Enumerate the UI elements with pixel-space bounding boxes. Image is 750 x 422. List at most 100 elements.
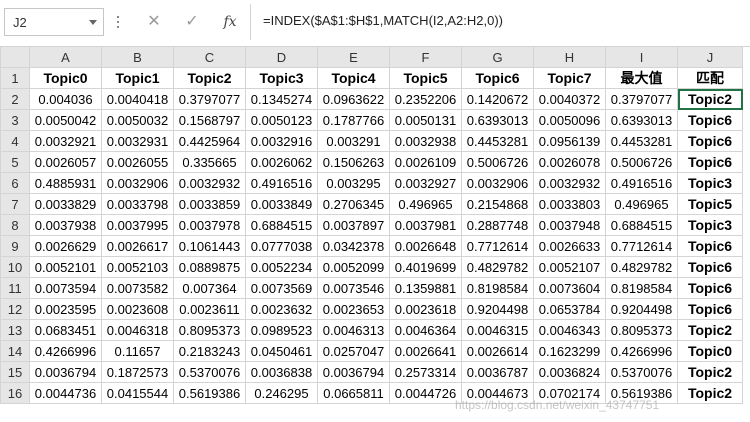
chevron-down-icon[interactable] — [89, 20, 97, 25]
cell[interactable]: 0.0037995 — [101, 214, 174, 236]
cell[interactable]: 0.496965 — [389, 193, 462, 215]
cell[interactable]: 0.0026641 — [389, 340, 462, 362]
cell[interactable]: 0.0032932 — [173, 172, 246, 194]
cell[interactable]: 0.4916516 — [605, 172, 678, 194]
cell[interactable]: 0.8198584 — [461, 277, 534, 299]
cell[interactable]: Topic6 — [677, 130, 743, 152]
cell[interactable]: 0.8198584 — [605, 277, 678, 299]
cell[interactable]: 0.0036794 — [29, 361, 102, 383]
cell[interactable]: Topic2 — [677, 361, 743, 383]
cell[interactable]: 0.1061443 — [173, 235, 246, 257]
cell[interactable]: 0.4916516 — [245, 172, 318, 194]
cell[interactable]: Topic2 — [173, 67, 246, 89]
cell[interactable]: 0.1623299 — [533, 340, 606, 362]
row-header[interactable]: 2 — [0, 88, 30, 110]
cell[interactable]: 0.5006726 — [605, 151, 678, 173]
row-header[interactable]: 4 — [0, 130, 30, 152]
cell[interactable]: 0.0033798 — [101, 193, 174, 215]
cell[interactable]: Topic0 — [677, 340, 743, 362]
cell[interactable]: Topic2 — [677, 319, 743, 341]
column-header[interactable]: E — [317, 46, 390, 68]
cell[interactable]: 0.0023611 — [173, 298, 246, 320]
cell[interactable]: 0.0032921 — [29, 130, 102, 152]
cell[interactable]: 0.0450461 — [245, 340, 318, 362]
cell[interactable]: 0.0963622 — [317, 88, 390, 110]
cell[interactable]: 0.0683451 — [29, 319, 102, 341]
cell[interactable]: 0.3797077 — [173, 88, 246, 110]
cell[interactable]: 0.007364 — [173, 277, 246, 299]
cell[interactable]: 0.0032916 — [245, 130, 318, 152]
cell[interactable]: 0.0050042 — [29, 109, 102, 131]
cell[interactable]: 0.0033849 — [245, 193, 318, 215]
cell[interactable]: Topic7 — [533, 67, 606, 89]
cell[interactable]: 0.7712614 — [461, 235, 534, 257]
cell[interactable]: 0.0026633 — [533, 235, 606, 257]
cell[interactable]: Topic3 — [677, 172, 743, 194]
cell[interactable]: 0.0026057 — [29, 151, 102, 173]
cell[interactable]: 0.0037897 — [317, 214, 390, 236]
cell[interactable]: 0.4453281 — [605, 130, 678, 152]
cell[interactable]: 0.0889875 — [173, 256, 246, 278]
cell[interactable]: 0.0032931 — [101, 130, 174, 152]
cell[interactable]: 0.0026614 — [461, 340, 534, 362]
cell[interactable]: 0.6884515 — [245, 214, 318, 236]
cell[interactable]: 0.7712614 — [605, 235, 678, 257]
row-header[interactable]: 1 — [0, 67, 30, 89]
cell[interactable]: 0.2154868 — [461, 193, 534, 215]
cell[interactable]: 0.0036838 — [245, 361, 318, 383]
cell[interactable]: 0.0026062 — [245, 151, 318, 173]
row-header[interactable]: 16 — [0, 382, 30, 404]
cell[interactable]: Topic6 — [677, 235, 743, 257]
cell[interactable]: 0.6884515 — [605, 214, 678, 236]
cell[interactable]: 0.0665811 — [317, 382, 390, 404]
column-header[interactable]: J — [677, 46, 743, 68]
cell[interactable]: 0.0073594 — [29, 277, 102, 299]
cell[interactable]: 0.0023595 — [29, 298, 102, 320]
cell[interactable]: 0.0653784 — [533, 298, 606, 320]
cell[interactable]: 0.2706345 — [317, 193, 390, 215]
cell[interactable]: 0.5370076 — [173, 361, 246, 383]
cell[interactable]: 0.0050123 — [245, 109, 318, 131]
cell[interactable]: 0.0023618 — [389, 298, 462, 320]
column-header[interactable]: I — [605, 46, 678, 68]
column-header[interactable]: F — [389, 46, 462, 68]
cell[interactable]: 0.0050032 — [101, 109, 174, 131]
cell[interactable]: 0.0046313 — [317, 319, 390, 341]
cell[interactable]: 0.0032927 — [389, 172, 462, 194]
column-header[interactable]: C — [173, 46, 246, 68]
row-header[interactable]: 5 — [0, 151, 30, 173]
cell[interactable]: 0.0023632 — [245, 298, 318, 320]
cell[interactable]: 0.0073604 — [533, 277, 606, 299]
cell[interactable]: 0.9204498 — [461, 298, 534, 320]
cell[interactable]: 0.0040372 — [533, 88, 606, 110]
cell[interactable]: 0.0026109 — [389, 151, 462, 173]
cell[interactable]: 0.0415544 — [101, 382, 174, 404]
cell[interactable]: 0.0033859 — [173, 193, 246, 215]
cell[interactable]: 0.3797077 — [605, 88, 678, 110]
cell[interactable]: Topic5 — [389, 67, 462, 89]
cell[interactable]: 0.0026617 — [101, 235, 174, 257]
row-header[interactable]: 9 — [0, 235, 30, 257]
cell[interactable]: 0.2352206 — [389, 88, 462, 110]
cell[interactable]: Topic1 — [101, 67, 174, 89]
cell[interactable]: Topic0 — [29, 67, 102, 89]
cell[interactable]: 0.496965 — [605, 193, 678, 215]
cell[interactable]: 0.0032932 — [533, 172, 606, 194]
insert-function-icon[interactable]: fx — [218, 10, 242, 34]
cell[interactable]: Topic6 — [677, 277, 743, 299]
cell[interactable]: 匹配 — [677, 67, 743, 89]
cell[interactable]: 0.1345274 — [245, 88, 318, 110]
column-header[interactable]: B — [101, 46, 174, 68]
cell[interactable]: 0.0046343 — [533, 319, 606, 341]
cell[interactable]: 0.0073569 — [245, 277, 318, 299]
cell[interactable]: 0.4019699 — [389, 256, 462, 278]
column-header[interactable]: G — [461, 46, 534, 68]
cell[interactable]: 0.4829782 — [605, 256, 678, 278]
column-header[interactable]: A — [29, 46, 102, 68]
cell[interactable]: 0.0032906 — [461, 172, 534, 194]
cell[interactable]: 0.9204498 — [605, 298, 678, 320]
cell[interactable]: 0.4453281 — [461, 130, 534, 152]
row-header[interactable]: 10 — [0, 256, 30, 278]
cell[interactable]: 0.0046315 — [461, 319, 534, 341]
cell[interactable]: 0.0073582 — [101, 277, 174, 299]
